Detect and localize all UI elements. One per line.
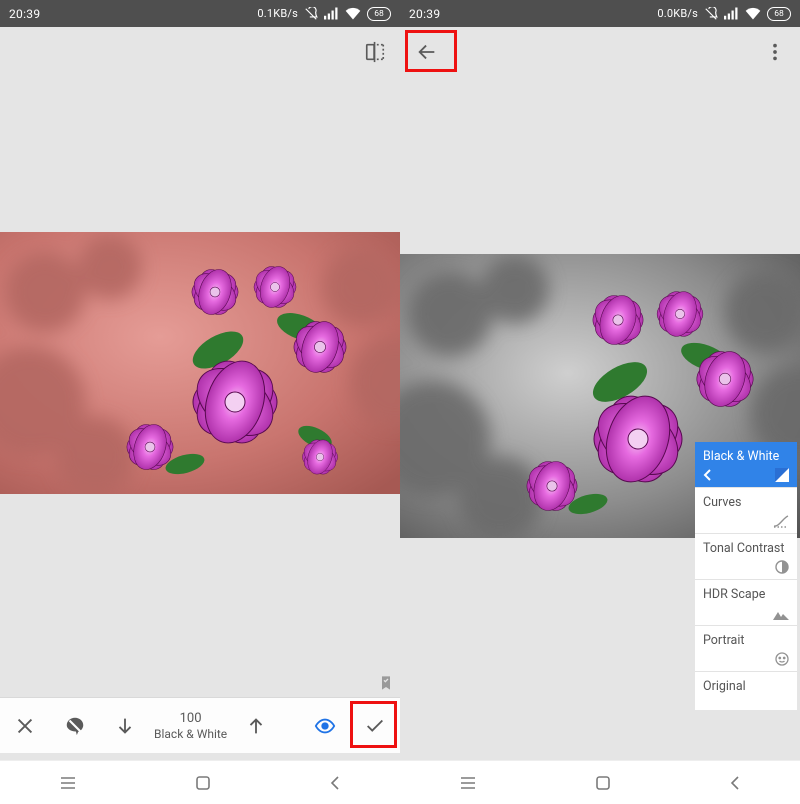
fx-item-portrait[interactable]: Portrait <box>695 626 797 672</box>
photo-canvas[interactable] <box>0 232 400 494</box>
android-nav-bar <box>400 760 800 804</box>
status-time: 20:39 <box>409 7 440 21</box>
apply-button[interactable] <box>350 698 400 754</box>
wifi-icon <box>345 7 361 20</box>
battery-icon: 68 <box>767 7 791 21</box>
nav-back-button[interactable] <box>329 775 341 791</box>
close-button[interactable] <box>0 698 50 754</box>
fx-item-label: Black & White <box>703 449 779 464</box>
nav-home-button[interactable] <box>195 775 211 791</box>
nav-recent-button[interactable] <box>459 776 477 790</box>
dnd-icon <box>304 7 318 21</box>
compare-icon[interactable] <box>350 27 400 77</box>
adjust-value-label: Black & White <box>154 727 227 741</box>
half-circle-icon <box>775 560 789 574</box>
fx-item-label: Original <box>703 679 746 694</box>
wifi-icon <box>745 7 761 20</box>
status-bar: 20:39 0.0KB/s 68 <box>400 0 800 27</box>
app-bar <box>0 27 400 77</box>
value-down-button[interactable] <box>100 698 150 754</box>
fx-item-label: Curves <box>703 495 741 510</box>
fx-item-tonal-contrast[interactable]: Tonal Contrast <box>695 534 797 580</box>
bookmark-icon[interactable] <box>378 674 394 696</box>
curves-icon <box>773 514 789 528</box>
status-icons: 0.0KB/s 68 <box>657 7 791 21</box>
nav-home-button[interactable] <box>595 775 611 791</box>
mountains-icon <box>773 608 789 620</box>
fx-item-original[interactable]: Original <box>695 672 797 710</box>
status-icons: 0.1KB/s 68 <box>257 7 391 21</box>
face-icon <box>775 652 789 666</box>
fx-item-label: Portrait <box>703 633 745 648</box>
nav-recent-button[interactable] <box>59 776 77 790</box>
signal-icon <box>324 7 339 20</box>
chevron-left-icon <box>703 469 713 481</box>
screen-right: 20:39 0.0KB/s 68 <box>400 0 800 804</box>
action-bar: 100 Black & White <box>0 697 400 753</box>
dnd-icon <box>704 7 718 21</box>
fx-item-label: Tonal Contrast <box>703 541 784 556</box>
fx-item-black-white[interactable]: Black & White <box>695 442 797 488</box>
android-nav-bar <box>0 760 400 804</box>
value-up-button[interactable] <box>231 698 281 754</box>
nav-back-button[interactable] <box>729 775 741 791</box>
screen-left: 20:39 0.1KB/s 68 <box>0 0 400 804</box>
contrast-square-icon <box>775 468 789 482</box>
mask-brush-button[interactable] <box>50 698 100 754</box>
preview-button[interactable] <box>300 698 350 754</box>
fx-item-curves[interactable]: Curves <box>695 488 797 534</box>
back-button[interactable] <box>402 27 452 77</box>
status-bar: 20:39 0.1KB/s 68 <box>0 0 400 27</box>
fx-item-hdr-scape[interactable]: HDR Scape <box>695 580 797 626</box>
app-bar <box>400 27 800 77</box>
status-net-speed: 0.1KB/s <box>257 7 298 20</box>
status-net-speed: 0.0KB/s <box>657 7 698 20</box>
effects-panel: Black & White Curves Tonal Contrast <box>695 442 797 710</box>
battery-icon: 68 <box>367 7 391 21</box>
fx-item-label: HDR Scape <box>703 587 765 602</box>
status-time: 20:39 <box>9 7 40 21</box>
overflow-menu-button[interactable] <box>750 27 800 77</box>
adjust-value-number: 100 <box>154 711 227 726</box>
adjust-value: 100 Black & White <box>150 711 231 741</box>
signal-icon <box>724 7 739 20</box>
